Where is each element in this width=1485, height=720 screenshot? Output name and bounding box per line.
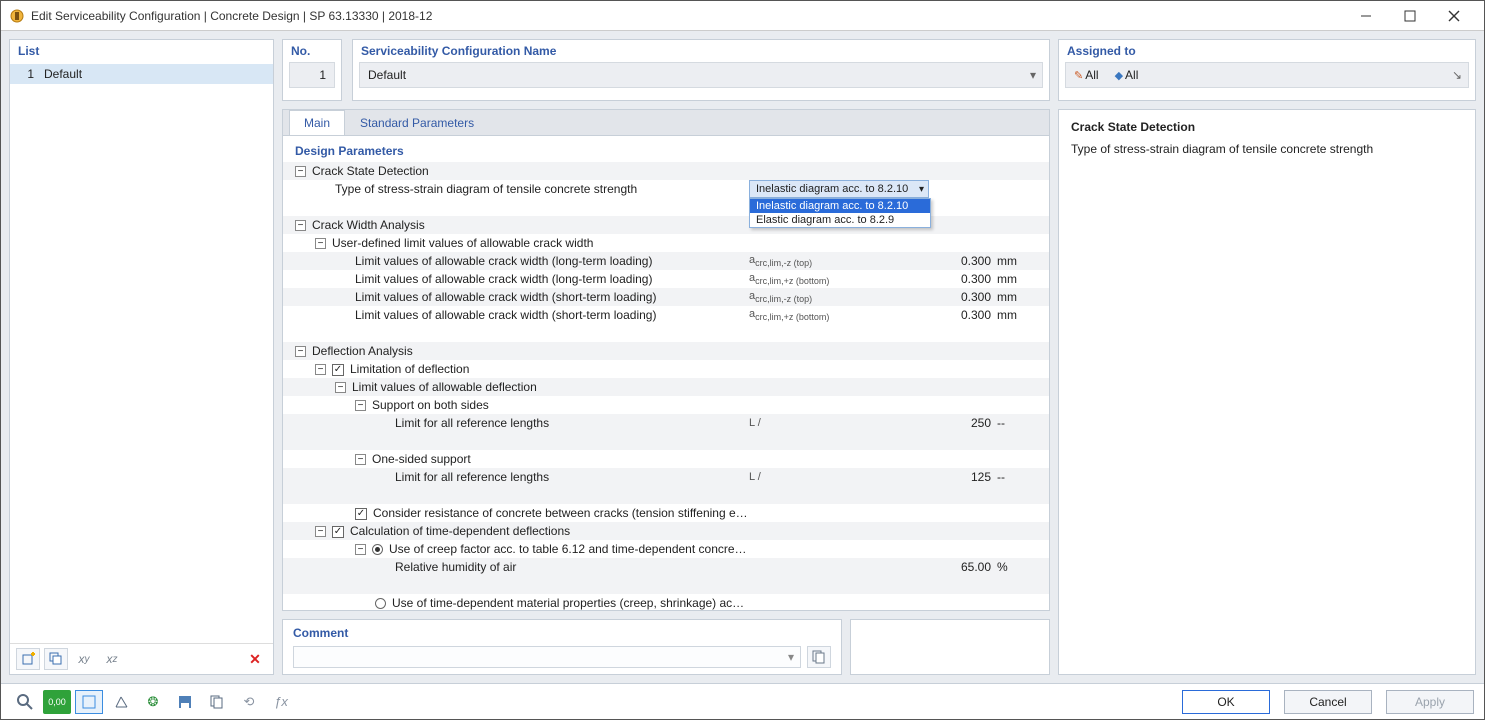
collapse-icon[interactable] [295,220,306,231]
dropdown-item[interactable]: Inelastic diagram acc. to 8.2.10 [750,199,930,213]
tool-fx-icon[interactable]: ƒx [267,690,295,714]
window-title: Edit Serviceability Configuration | Conc… [31,9,1344,23]
row-tension-stiffening[interactable]: Consider resistance of concrete between … [283,506,749,520]
group-support-both[interactable]: Support on both sides [283,398,749,412]
row-rel-humidity: Relative humidity of air [283,560,749,574]
copy-icon[interactable] [44,648,68,670]
group-crack-state[interactable]: Crack State Detection [283,164,749,178]
info-panel: Crack State Detection Type of stress-str… [1058,109,1476,675]
row-calc-td[interactable]: Calculation of time-dependent deflection… [283,524,749,538]
list-body: 1 Default [10,62,273,643]
collapse-icon[interactable] [355,400,366,411]
tab-standard-parameters[interactable]: Standard Parameters [345,110,489,135]
tool-window-icon[interactable] [75,690,103,714]
stress-strain-dropdown[interactable]: Inelastic diagram acc. to 8.2.10 ▾ Inela… [749,180,929,198]
collapse-icon[interactable] [295,166,306,177]
radio-creep[interactable] [372,544,383,555]
tool-save-icon[interactable] [171,690,199,714]
comment-side-panel [850,619,1050,675]
info-text: Type of stress-strain diagram of tensile… [1071,142,1463,156]
row-stress-strain: Type of stress-strain diagram of tensile… [283,182,749,196]
group-user-defined[interactable]: User-defined limit values of allowable c… [283,236,749,250]
close-button[interactable] [1432,1,1476,31]
tool-b-icon[interactable]: xz [100,648,124,670]
tab-main-body: Design Parameters Crack State Detection … [283,136,1049,610]
member-icon: ✎ [1074,70,1083,82]
row-limit-all-2: Limit for all reference lengths [283,470,749,484]
cw-row-label: Limit values of allowable crack width (l… [283,272,749,286]
checkbox-calc-td[interactable] [332,526,344,538]
app-icon [9,8,25,24]
collapse-icon[interactable] [335,382,346,393]
no-box: No. 1 [282,39,342,101]
assigned-panel: Assigned to ✎All ◆All ↘ [1058,39,1476,101]
tab-main[interactable]: Main [289,110,345,135]
list-item[interactable]: 1 Default [10,64,273,84]
group-crack-width[interactable]: Crack Width Analysis [283,218,749,232]
group-limit-values[interactable]: Limit values of allowable deflection [283,380,749,394]
collapse-icon[interactable] [315,238,326,249]
bottom-toolbar: 0,00 ❂ ⟲ ƒx OK Cancel Apply [1,683,1484,719]
delete-icon[interactable]: ✕ [243,648,267,670]
titlebar: Edit Serviceability Configuration | Conc… [1,1,1484,31]
name-input[interactable]: Default ▾ [359,62,1043,88]
section-design-parameters: Design Parameters [283,142,1049,162]
comment-panel: Comment ▾ [282,619,842,675]
cw-row-label: Limit values of allowable crack width (s… [283,308,749,322]
tool-structure-icon[interactable] [107,690,135,714]
row-limit-all-1: Limit for all reference lengths [283,416,749,430]
list-title: List [10,40,273,62]
tool-copy-icon[interactable] [203,690,231,714]
row-creep-option[interactable]: Use of creep factor acc. to table 6.12 a… [283,542,749,556]
radio-ec2[interactable] [375,598,386,609]
list-toolbar: xy xz ✕ [10,643,273,674]
tool-search-icon[interactable] [11,690,39,714]
chevron-down-icon: ▾ [1030,68,1036,82]
checkbox-limit-deflection[interactable] [332,364,344,376]
cancel-button[interactable]: Cancel [1284,690,1372,714]
tabstrip: Main Standard Parameters [283,110,1049,136]
assigned-input[interactable]: ✎All ◆All ↘ [1065,62,1469,88]
cw-row-label: Limit values of allowable crack width (l… [283,254,749,268]
cw-row-label: Limit values of allowable crack width (s… [283,290,749,304]
no-value: 1 [289,62,335,88]
name-box: Serviceability Configuration Name Defaul… [352,39,1050,101]
surface-icon: ◆ [1115,70,1123,82]
tool-globe-icon[interactable]: ❂ [139,690,167,714]
chevron-down-icon: ▾ [788,650,794,664]
row-ec2-option[interactable]: Use of time-dependent material propertie… [283,596,749,610]
collapse-icon[interactable] [355,544,366,555]
collapse-icon[interactable] [355,454,366,465]
collapse-icon[interactable] [295,346,306,357]
tool-units-icon[interactable]: 0,00 [43,690,71,714]
chevron-down-icon: ▾ [919,184,924,195]
checkbox-tension-stiffening[interactable] [355,508,367,520]
apply-button[interactable]: Apply [1386,690,1474,714]
list-panel: List 1 Default xy xz ✕ [9,39,274,675]
group-one-sided[interactable]: One-sided support [283,452,749,466]
dropdown-list: Inelastic diagram acc. to 8.2.10 Elastic… [749,198,931,228]
ok-button[interactable]: OK [1182,690,1270,714]
minimize-button[interactable] [1344,1,1388,31]
dropdown-item[interactable]: Elastic diagram acc. to 8.2.9 [750,213,930,227]
maximize-button[interactable] [1388,1,1432,31]
collapse-icon[interactable] [315,526,326,537]
row-limit-deflection[interactable]: Limitation of deflection [283,362,749,376]
pick-icon[interactable]: ↘ [1452,68,1462,82]
comment-input[interactable]: ▾ [293,646,801,668]
tool-a-icon[interactable]: xy [72,648,96,670]
collapse-icon[interactable] [315,364,326,375]
comment-library-button[interactable] [807,646,831,668]
tool-undo-icon[interactable]: ⟲ [235,690,263,714]
group-deflection[interactable]: Deflection Analysis [283,344,749,358]
info-title: Crack State Detection [1071,120,1463,134]
new-icon[interactable] [16,648,40,670]
